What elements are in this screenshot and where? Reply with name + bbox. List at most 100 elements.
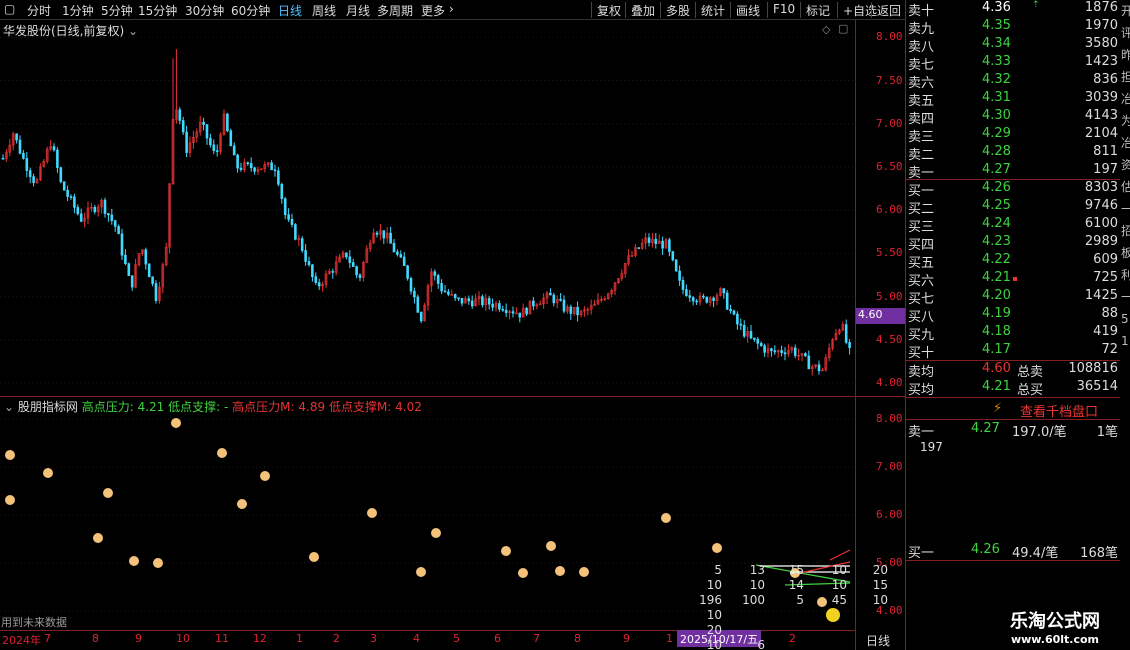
right-edge-char: 资 <box>1121 158 1130 172</box>
sell1-detail-row: 卖一 4.27 197.0/笔 1笔 <box>908 421 1118 440</box>
ask-row[interactable]: 卖一 4.27 197 <box>907 162 1122 181</box>
toolbar-button-4[interactable]: 画线 <box>733 1 763 19</box>
period-tab-3[interactable]: 15分钟 <box>138 2 177 19</box>
right-edge-char: 开 <box>1121 4 1130 18</box>
bid-row[interactable]: 买八 4.19 88 <box>907 306 1122 325</box>
toolbar-button-6[interactable]: 标记 <box>803 1 833 19</box>
bid-queue-cell: 10 <box>706 608 722 622</box>
candle-body <box>236 154 239 169</box>
candle-body <box>249 163 253 169</box>
toolbar-separator <box>837 2 838 18</box>
ask-row[interactable]: 卖八 4.34 3580 <box>907 36 1122 55</box>
candle-body <box>130 275 134 288</box>
bid-queue-cell: 10 <box>706 638 722 650</box>
candle-body <box>290 218 294 225</box>
signal-hand-icon <box>431 528 441 538</box>
candle-body <box>69 196 73 198</box>
level-name: 买三 <box>908 220 935 235</box>
time-axis-label: 1 <box>296 632 303 645</box>
period-label[interactable]: 日线 <box>866 632 890 649</box>
ask-row[interactable]: 卖十 4.36 1876 ⇡ <box>907 0 1122 19</box>
signal-hand-icon <box>217 448 227 458</box>
more-chevron-icon[interactable]: › <box>449 2 454 16</box>
candle-body <box>18 139 22 154</box>
bid-queue-cell: 5 <box>714 563 722 577</box>
candle-body <box>317 282 321 287</box>
period-tab-8[interactable]: 月线 <box>346 2 370 19</box>
candle-body <box>467 298 471 302</box>
candle-body <box>270 162 273 171</box>
ask-row[interactable]: 卖二 4.28 811 <box>907 144 1122 163</box>
candle-body <box>32 176 35 183</box>
bid-row[interactable]: 买三 4.24 6100 <box>907 216 1122 235</box>
candle-body <box>419 312 423 322</box>
candlestick-chart[interactable] <box>0 20 855 396</box>
bid-row[interactable]: 买六 4.21 725 <box>907 270 1122 289</box>
period-tab-4[interactable]: 30分钟 <box>185 2 224 19</box>
period-tab-1[interactable]: 1分钟 <box>62 2 94 19</box>
level-price: 4.30 <box>982 108 1011 123</box>
candle-body <box>76 207 80 215</box>
ask-row[interactable]: 卖六 4.32 836 <box>907 72 1122 91</box>
candle-body <box>518 312 522 318</box>
ask-row[interactable]: 卖七 4.33 1423 <box>907 54 1122 73</box>
candle-body <box>151 276 154 284</box>
candle-body <box>402 256 406 266</box>
bid-row[interactable]: 买一 4.26 8303 <box>907 180 1122 199</box>
bid-row[interactable]: 买二 4.25 9746 <box>907 198 1122 217</box>
bid-row[interactable]: 买九 4.18 419 <box>907 324 1122 343</box>
candle-body <box>178 109 182 121</box>
signal-hand-icon <box>712 543 722 553</box>
candle-body <box>287 214 290 220</box>
toolbar-button-5[interactable]: F10 <box>770 1 798 19</box>
candle-body <box>185 131 188 153</box>
period-tab-9[interactable]: 多周期 <box>377 2 413 19</box>
candle-body <box>763 345 766 353</box>
candle-body <box>127 263 131 276</box>
indicator-axis-tick: 6.00 <box>876 508 903 521</box>
toolbar-button-8[interactable]: 返回 <box>874 1 904 19</box>
layout-toggle-icon[interactable]: ▢ <box>4 2 15 16</box>
bid-row[interactable]: 买四 4.23 2989 <box>907 234 1122 253</box>
candle-body <box>671 251 675 261</box>
ask-row[interactable]: 卖九 4.35 1970 <box>907 18 1122 37</box>
level-volume: 1425 <box>1084 288 1118 303</box>
period-tab-7[interactable]: 周线 <box>312 2 336 19</box>
period-tab-10[interactable]: 更多 <box>421 2 445 19</box>
bid-queue-cell: 15 <box>872 578 888 592</box>
period-tab-2[interactable]: 5分钟 <box>101 2 133 19</box>
indicator-chart[interactable] <box>0 400 855 630</box>
bid-row[interactable]: 买十 4.17 72 <box>907 342 1122 361</box>
candle-body <box>511 311 515 314</box>
toolbar-button-1[interactable]: 叠加 <box>628 1 658 19</box>
bid-queue-cell: 15 <box>788 563 804 577</box>
level-name: 卖四 <box>908 112 935 127</box>
thousand-level-button[interactable]: 查看千档盘口 <box>1020 401 1098 420</box>
candle-body <box>793 347 797 356</box>
candle-body <box>304 250 307 262</box>
level-volume: 88 <box>1101 306 1118 321</box>
toolbar-button-3[interactable]: 统计 <box>698 1 728 19</box>
candle-body <box>209 137 212 146</box>
level-price: 4.18 <box>982 324 1011 339</box>
toolbar-button-0[interactable]: 复权 <box>594 1 624 19</box>
candle-body <box>576 306 579 316</box>
ask-row[interactable]: 卖三 4.29 2104 <box>907 126 1122 145</box>
period-tab-0[interactable]: 分时 <box>27 2 51 19</box>
bid-row[interactable]: 买五 4.22 609 <box>907 252 1122 271</box>
right-edge-column: 开评昨担冶为冶资估一招板利一51 <box>1121 0 1130 380</box>
level-price: 4.23 <box>982 234 1011 249</box>
ask-row[interactable]: 卖五 4.31 3039 <box>907 90 1122 109</box>
right-edge-char: 利 <box>1121 268 1130 282</box>
toolbar-button-2[interactable]: 多股 <box>663 1 693 19</box>
bid-row[interactable]: 买七 4.20 1425 <box>907 288 1122 307</box>
level-volume: 72 <box>1101 342 1118 357</box>
toolbar-separator <box>660 2 661 18</box>
candle-body <box>120 233 124 256</box>
period-tab-5[interactable]: 60分钟 <box>231 2 270 19</box>
candle-body <box>532 300 535 307</box>
period-tab-6[interactable]: 日线 <box>278 2 302 19</box>
candle-body <box>62 181 66 191</box>
ask-row[interactable]: 卖四 4.30 4143 <box>907 108 1122 127</box>
level-name: 卖十 <box>908 4 935 19</box>
